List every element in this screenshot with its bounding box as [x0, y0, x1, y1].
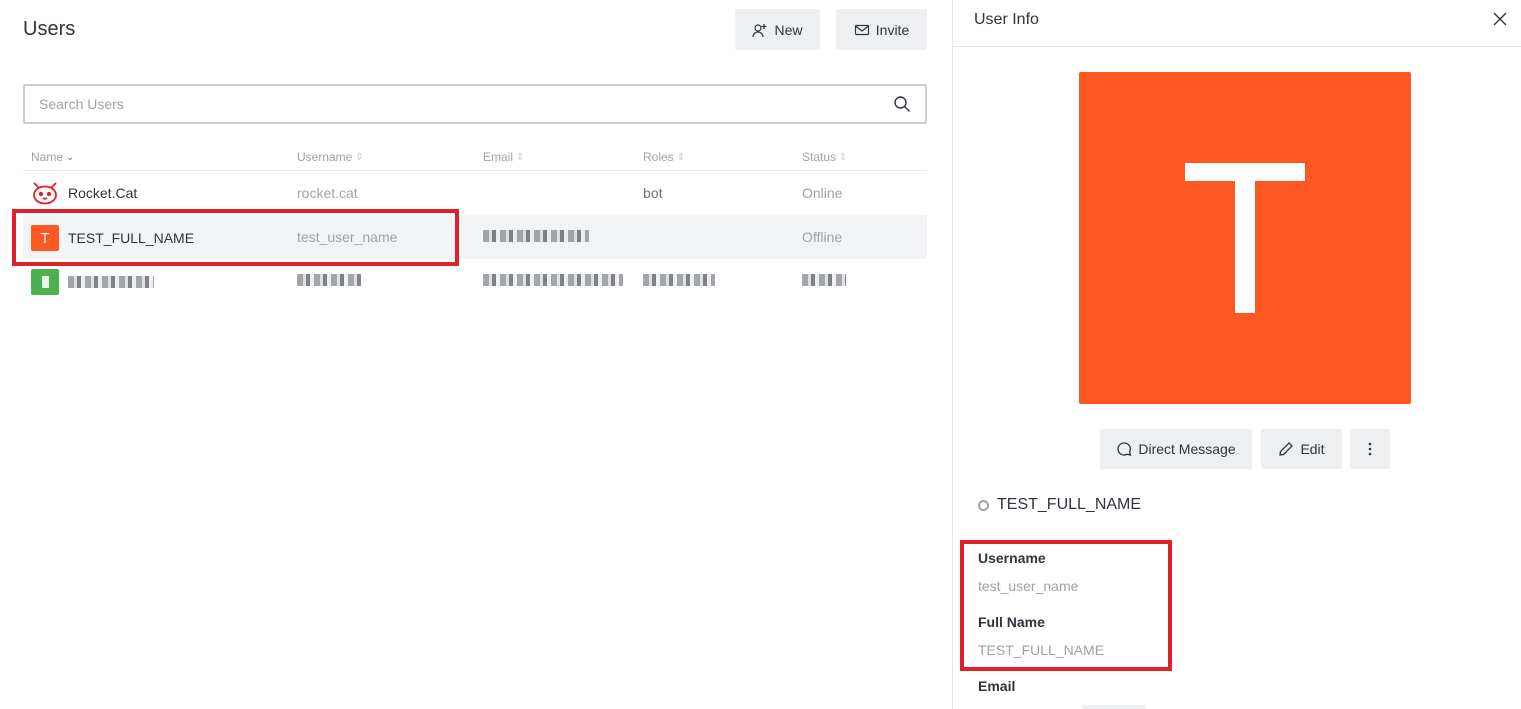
add-user-icon: [752, 23, 767, 37]
search-icon[interactable]: [893, 95, 911, 113]
invite-button[interactable]: Invite: [836, 9, 927, 50]
panel-header: User Info: [953, 0, 1521, 47]
offline-status-icon: [978, 499, 989, 511]
page-title: Users: [23, 18, 76, 40]
user-name: Rocket.Cat: [68, 185, 138, 201]
column-header-roles[interactable]: Roles ⇕: [643, 150, 685, 164]
username-cell-redacted: [297, 273, 361, 289]
email-value-redacted: [1082, 705, 1146, 709]
user-name-cell: [31, 269, 154, 295]
redacted-text: [483, 230, 589, 242]
roles-cell: bot: [643, 185, 663, 201]
sort-icon: ⇕: [355, 151, 364, 163]
sort-down-icon: ⌄: [66, 151, 75, 163]
avatar: [31, 269, 59, 295]
column-label-roles: Roles: [643, 150, 674, 164]
redacted-avatar-glyph: [41, 276, 49, 288]
search-input[interactable]: [39, 96, 893, 112]
column-header-status[interactable]: Status ⇕: [802, 150, 847, 164]
edit-label: Edit: [1300, 441, 1325, 457]
column-header-email[interactable]: Email ⇕: [483, 150, 524, 164]
sort-icon: ⇕: [516, 151, 525, 163]
pencil-icon: [1279, 442, 1294, 456]
status-cell-redacted: [802, 273, 846, 289]
more-options-button[interactable]: [1350, 429, 1390, 469]
new-user-label: New: [774, 21, 803, 38]
status-cell: Online: [802, 185, 843, 201]
user-name-cell: Rocket.Cat: [31, 181, 137, 205]
column-header-username[interactable]: Username ⇕: [297, 150, 364, 164]
redacted-text: [297, 274, 361, 286]
direct-message-label: Direct Message: [1138, 441, 1236, 457]
email-cell-redacted: [483, 273, 623, 289]
highlight-box: [12, 209, 459, 266]
user-avatar: [1079, 72, 1411, 404]
chat-bubble-icon: [1117, 442, 1132, 456]
user-status-row: TEST_FULL_NAME: [978, 496, 1141, 514]
invite-label: Invite: [875, 21, 910, 38]
redacted-text: [483, 274, 623, 286]
email-label: Email: [978, 678, 1016, 694]
cat-icon: [33, 182, 57, 205]
admin-users-screen: Users New Invite Name ⌄: [0, 0, 1521, 709]
user-info-panel: User Info Direct Message Edit TEST_FULL_…: [952, 0, 1521, 709]
column-label-email: Email: [483, 150, 514, 164]
edit-user-button[interactable]: Edit: [1261, 429, 1342, 469]
user-display-name: TEST_FULL_NAME: [997, 496, 1142, 513]
email-cell-redacted: [483, 229, 589, 245]
avatar-letter-graphic: [1185, 163, 1305, 313]
close-icon[interactable]: [1492, 11, 1508, 27]
highlight-box: [960, 540, 1172, 671]
envelope-icon: [854, 24, 869, 35]
username-cell: rocket.cat: [297, 185, 358, 201]
sort-icon: ⇕: [676, 151, 686, 163]
column-label-username: Username: [297, 150, 353, 164]
search-box: [23, 84, 927, 124]
panel-title: User Info: [974, 11, 1039, 28]
table-header: Name ⌄ Username ⇕ Email ⇕ Roles ⇕ Status: [23, 140, 927, 171]
column-label-name: Name: [31, 150, 64, 164]
sort-icon: ⇕: [839, 151, 848, 163]
redacted-text: [68, 276, 154, 288]
kebab-menu-icon: [1368, 442, 1372, 456]
roles-cell-redacted: [643, 273, 715, 289]
new-user-button[interactable]: New: [735, 9, 820, 50]
redacted-text: [643, 274, 715, 286]
users-panel: Users New Invite Name ⌄: [0, 0, 952, 709]
redacted-text: [802, 274, 846, 286]
column-label-status: Status: [802, 150, 837, 164]
column-header-name[interactable]: Name ⌄: [31, 150, 74, 164]
status-cell: Offline: [802, 229, 843, 245]
direct-message-button[interactable]: Direct Message: [1100, 429, 1252, 469]
